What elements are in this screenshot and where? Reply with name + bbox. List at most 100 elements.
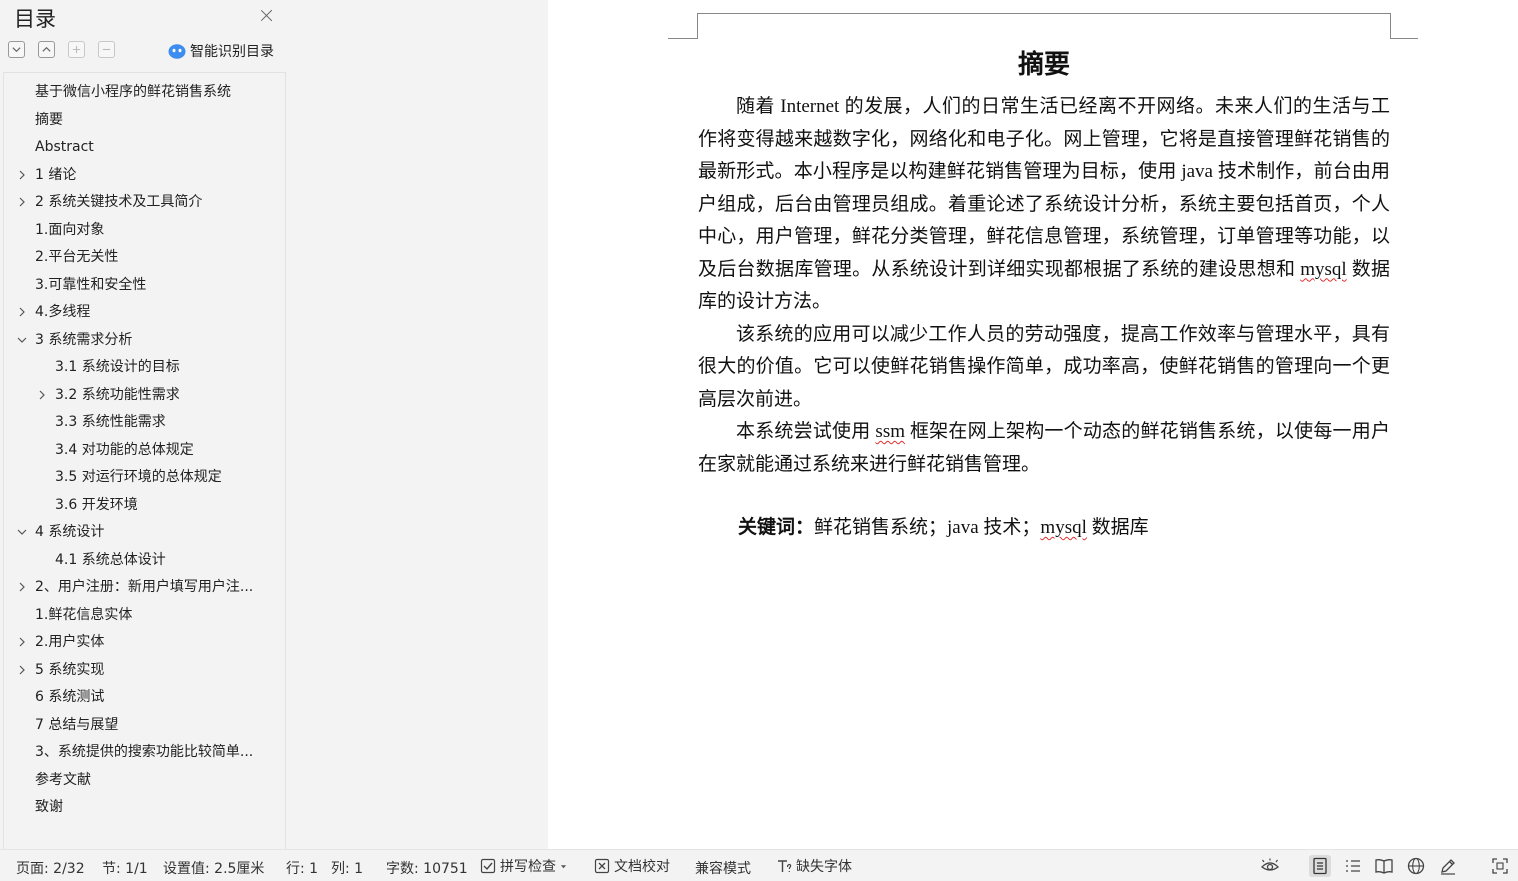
toc-item[interactable]: 3.2 系统功能性需求 <box>4 384 285 412</box>
toc-item-label: 3.4 对功能的总体规定 <box>55 441 194 458</box>
chevron-down-icon[interactable] <box>17 335 27 345</box>
spelling-flagged-word[interactable]: mysql <box>1040 517 1086 538</box>
collapse-all-button[interactable] <box>38 41 55 58</box>
compat-mode-label[interactable]: 兼容模式 <box>695 858 751 878</box>
spell-check-button[interactable]: 拼写检查 <box>480 855 567 877</box>
eye-icon <box>1261 858 1279 871</box>
chevron-right-icon[interactable] <box>37 390 47 400</box>
write-mode-button[interactable] <box>1437 855 1459 877</box>
close-sidebar-icon[interactable] <box>257 6 277 26</box>
spell-check-icon <box>480 858 496 874</box>
chevron-right-icon[interactable] <box>17 170 27 180</box>
abstract-paragraph-3[interactable]: 本系统尝试使用 ssm 框架在网上架构一个动态的鲜花销售系统，以使每一用户在家就… <box>698 416 1390 481</box>
eye-protection-button[interactable] <box>1259 855 1281 877</box>
ai-assistant-icon <box>168 44 186 59</box>
toc-item-label: 3.5 对运行环境的总体规定 <box>55 469 222 485</box>
toc-panel: 基于微信小程序的鲜花销售系统 摘要 Abstract 1 绪论 2 系统关键技术及工具简… <box>3 72 286 849</box>
toc-item[interactable]: 1.面向对象 <box>4 219 285 247</box>
sidebar-scrollbar[interactable] <box>287 72 293 849</box>
doc-proofread-button[interactable]: 文档校对 <box>594 855 670 877</box>
toc-item[interactable]: 4.1 系统总体设计 <box>4 549 285 577</box>
chevron-right-icon[interactable] <box>17 637 27 647</box>
toc-title: 目录 <box>14 7 56 31</box>
add-heading-button[interactable] <box>68 41 85 58</box>
chevron-right-icon[interactable] <box>17 307 27 317</box>
toc-item[interactable]: 3.1 系统设计的目标 <box>4 356 285 384</box>
document-page[interactable]: 摘要 随着 Internet 的发展，人们的日常生活已经离不开网络。未来人们的生… <box>548 0 1518 849</box>
chevron-up-icon <box>42 46 51 52</box>
missing-fonts-button[interactable]: 缺失字体 <box>776 855 852 877</box>
keywords-line[interactable]: 关键词：鲜花销售系统；java 技术；mysql 数据库 <box>738 512 1149 539</box>
remove-heading-button[interactable] <box>98 41 115 58</box>
toc-item[interactable]: 2.平台无关性 <box>4 246 285 274</box>
toc-toolbar <box>8 41 115 58</box>
toc-item[interactable]: 4 系统设计 <box>4 521 285 549</box>
toc-item[interactable]: Abstract <box>4 136 285 164</box>
spelling-flagged-word[interactable]: mysql <box>1300 259 1346 280</box>
smart-toc-button[interactable]: 智能识别目录 <box>168 41 274 61</box>
toc-item[interactable]: 3.4 对功能的总体规定 <box>4 439 285 467</box>
toc-item[interactable]: 5 系统实现 <box>4 659 285 687</box>
toc-item-label: 4.1 系统总体设计 <box>55 551 166 568</box>
spelling-flagged-word[interactable]: ssm <box>875 421 905 442</box>
toc-item[interactable]: 7 总结与展望 <box>4 714 285 742</box>
toc-item[interactable]: 致谢 <box>4 796 285 824</box>
proofread-icon <box>594 858 610 874</box>
setting-value[interactable]: 设置值: 2.5厘米 <box>163 858 264 878</box>
chevron-right-icon[interactable] <box>17 665 27 675</box>
page-indicator[interactable]: 页面: 2/32 <box>16 858 85 878</box>
document-area: 摘要 随着 Internet 的发展，人们的日常生活已经离不开网络。未来人们的生… <box>548 0 1518 849</box>
toc-item[interactable]: 基于微信小程序的鲜花销售系统 <box>4 81 285 109</box>
word-count[interactable]: 字数: 10751 <box>386 858 468 878</box>
reading-view-button[interactable] <box>1373 855 1395 877</box>
minus-icon <box>102 48 111 51</box>
chevron-right-icon[interactable] <box>17 197 27 207</box>
document-body[interactable]: 随着 Internet 的发展，人们的日常生活已经离不开网络。未来人们的生活与工… <box>698 91 1390 481</box>
toc-item-label: 3.3 系统性能需求 <box>55 414 166 430</box>
toc-item-label: 摘要 <box>35 111 63 128</box>
chevron-down-icon[interactable] <box>17 527 27 537</box>
dropdown-arrow-icon[interactable] <box>560 863 567 870</box>
toc-item[interactable]: 参考文献 <box>4 769 285 797</box>
page-view-icon <box>1313 857 1327 875</box>
page-view-button[interactable] <box>1309 855 1331 877</box>
crop-mark <box>1390 38 1418 39</box>
toc-item[interactable]: 4.多线程 <box>4 301 285 329</box>
column-indicator: 列: 1 <box>331 861 364 877</box>
toc-item-label: 4.多线程 <box>35 304 91 320</box>
toc-item[interactable]: 2 系统关键技术及工具简介 <box>4 191 285 219</box>
toc-item[interactable]: 2、用户注册：新用户填写用户注... <box>4 576 285 604</box>
toc-item[interactable]: 摘要 <box>4 109 285 137</box>
doc-proofread-label: 文档校对 <box>614 859 670 875</box>
crop-mark <box>697 13 1390 14</box>
chevron-right-icon[interactable] <box>17 582 27 592</box>
toc-item[interactable]: 3.可靠性和安全性 <box>4 274 285 302</box>
toc-item[interactable]: 3.3 系统性能需求 <box>4 411 285 439</box>
toc-item-label: 基于微信小程序的鲜花销售系统 <box>35 84 231 100</box>
toc-list: 基于微信小程序的鲜花销售系统 摘要 Abstract 1 绪论 2 系统关键技术及工具简… <box>4 81 285 824</box>
toc-item[interactable]: 1.鲜花信息实体 <box>4 604 285 632</box>
plus-icon <box>72 45 81 54</box>
toc-item[interactable]: 6 系统测试 <box>4 686 285 714</box>
outline-view-button[interactable] <box>1342 855 1364 877</box>
crop-mark <box>1390 13 1391 39</box>
missing-fonts-label: 缺失字体 <box>796 859 852 875</box>
expand-all-button[interactable] <box>8 41 25 58</box>
abstract-paragraph-1[interactable]: 随着 Internet 的发展，人们的日常生活已经离不开网络。未来人们的生活与工… <box>698 91 1390 319</box>
toc-item-label: 7 总结与展望 <box>35 716 119 733</box>
fullscreen-button[interactable] <box>1489 855 1511 877</box>
toc-item-label: 3.6 开发环境 <box>55 496 138 513</box>
toc-item[interactable]: 1 绪论 <box>4 164 285 192</box>
toc-item[interactable]: 3.5 对运行环境的总体规定 <box>4 466 285 494</box>
section-indicator[interactable]: 节: 1/1 <box>102 858 148 878</box>
toc-item[interactable]: 2.用户实体 <box>4 631 285 659</box>
chevron-down-icon <box>12 47 21 53</box>
web-view-button[interactable] <box>1405 855 1427 877</box>
toc-item-label: 3.1 系统设计的目标 <box>55 359 180 375</box>
document-heading[interactable]: 摘要 <box>698 44 1390 81</box>
abstract-paragraph-2[interactable]: 该系统的应用可以减少工作人员的劳动强度，提高工作效率与管理水平，具有很大的价值。… <box>698 319 1390 417</box>
toc-item-label: 致谢 <box>35 799 63 815</box>
toc-item[interactable]: 3、系统提供的搜索功能比较简单... <box>4 741 285 769</box>
toc-item[interactable]: 3.6 开发环境 <box>4 494 285 522</box>
toc-item[interactable]: 3 系统需求分析 <box>4 329 285 357</box>
